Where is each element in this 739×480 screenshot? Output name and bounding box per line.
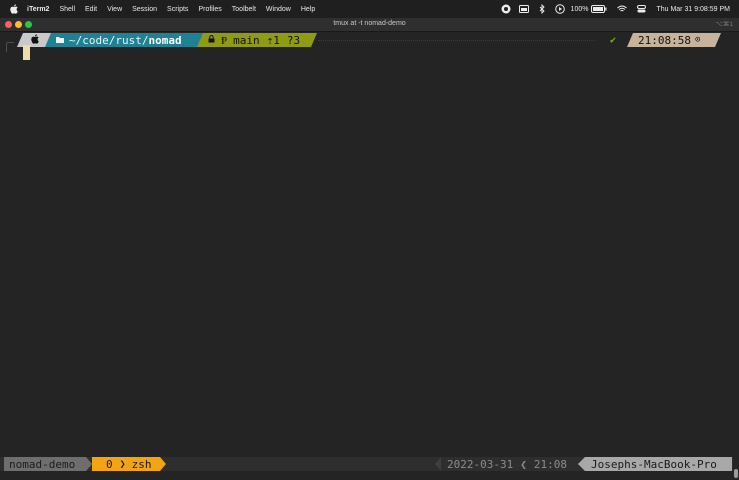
display-icon[interactable] xyxy=(518,4,529,14)
git-branch: main xyxy=(233,33,260,47)
menu-edit[interactable]: Edit xyxy=(85,6,97,13)
tmux-session-name[interactable]: nomad-demo xyxy=(4,457,92,471)
tmux-date: 2022-03-31 xyxy=(447,457,514,471)
scrollbar-thumb[interactable] xyxy=(734,469,738,478)
dir-path-prefix: ~/code/rust/ xyxy=(69,33,149,47)
battery-icon[interactable] xyxy=(591,4,607,14)
menu-window[interactable]: Window xyxy=(266,6,291,13)
prompt-git-segment: Ᵽ main ⇡1 ?3 xyxy=(197,33,317,47)
tmux-window-name: zsh xyxy=(131,457,152,471)
git-branch-icon: Ᵽ xyxy=(221,33,228,47)
battery-percent: 100% xyxy=(570,5,589,13)
chevron-right-icon: ❯ xyxy=(119,458,126,470)
lock-icon xyxy=(208,35,215,45)
window-shortcut: ⌥⌘1 xyxy=(715,21,733,28)
apple-menu-icon[interactable] xyxy=(9,4,18,14)
tmux-datetime: 2022-03-31 ❮ 21:08 xyxy=(435,457,567,471)
tmux-current-window[interactable]: 0 ❯ zsh xyxy=(92,457,166,471)
prompt-time: 21:08:58 xyxy=(638,33,691,47)
window-titlebar[interactable]: tmux at -t nomad-demo ⌥⌘1 xyxy=(0,18,739,32)
prompt-filler-line xyxy=(318,40,596,41)
menubar-clock[interactable]: Thu Mar 31 9:08:59 PM xyxy=(656,6,730,13)
play-icon[interactable] xyxy=(554,4,565,14)
menu-shell[interactable]: Shell xyxy=(59,6,75,13)
chevron-left-separator-icon: ❮ xyxy=(520,457,527,471)
tmux-window-index: 0 xyxy=(106,457,113,471)
menu-toolbelt[interactable]: Toolbelt xyxy=(232,6,256,13)
wifi-icon[interactable] xyxy=(617,4,628,14)
tmux-status-bar: nomad-demo 0 ❯ zsh 2022-03-31 ❮ 21:08 Jo… xyxy=(0,457,733,471)
clock-icon: ⊙ xyxy=(694,35,701,45)
shell-prompt: ~/code/rust/ nomad Ᵽ main ⇡1 ?3 ✔ 21:08:… xyxy=(0,33,739,47)
bluetooth-icon[interactable] xyxy=(537,4,547,14)
folder-icon xyxy=(56,36,64,45)
terminal-window: tmux at -t nomad-demo ⌥⌘1 ~/code/rust/ n… xyxy=(0,18,739,480)
prompt-dir-segment: ~/code/rust/ nomad xyxy=(45,33,205,47)
chevron-left-icon xyxy=(435,457,441,471)
terminal-cursor[interactable] xyxy=(23,45,30,60)
dir-current: nomad xyxy=(148,33,182,47)
git-untracked: ?3 xyxy=(286,33,301,47)
git-ahead: ⇡1 xyxy=(266,33,280,47)
control-center-icon[interactable] xyxy=(636,4,646,14)
prompt-frame-corner xyxy=(6,42,14,52)
menu-view[interactable]: View xyxy=(107,6,122,13)
check-icon: ✔ xyxy=(610,34,617,46)
window-title: tmux at -t nomad-demo xyxy=(333,20,406,27)
tmux-hostname: Josephs-MacBook-Pro xyxy=(578,457,732,471)
menu-profiles[interactable]: Profiles xyxy=(198,6,221,13)
menu-help[interactable]: Help xyxy=(301,6,315,13)
menu-session[interactable]: Session xyxy=(132,6,157,13)
prompt-time-segment: 21:08:58 ⊙ xyxy=(627,33,721,47)
status-area: 100% Thu Mar 31 9:08:59 PM xyxy=(493,4,739,14)
tmux-time: 21:08 xyxy=(533,457,567,471)
menu-scripts[interactable]: Scripts xyxy=(167,6,188,13)
record-icon[interactable] xyxy=(501,4,511,14)
apple-icon xyxy=(31,34,39,47)
menu-app-name[interactable]: iTerm2 xyxy=(27,6,49,13)
menu-bar: iTerm2 Shell Edit View Session Scripts P… xyxy=(0,0,739,18)
